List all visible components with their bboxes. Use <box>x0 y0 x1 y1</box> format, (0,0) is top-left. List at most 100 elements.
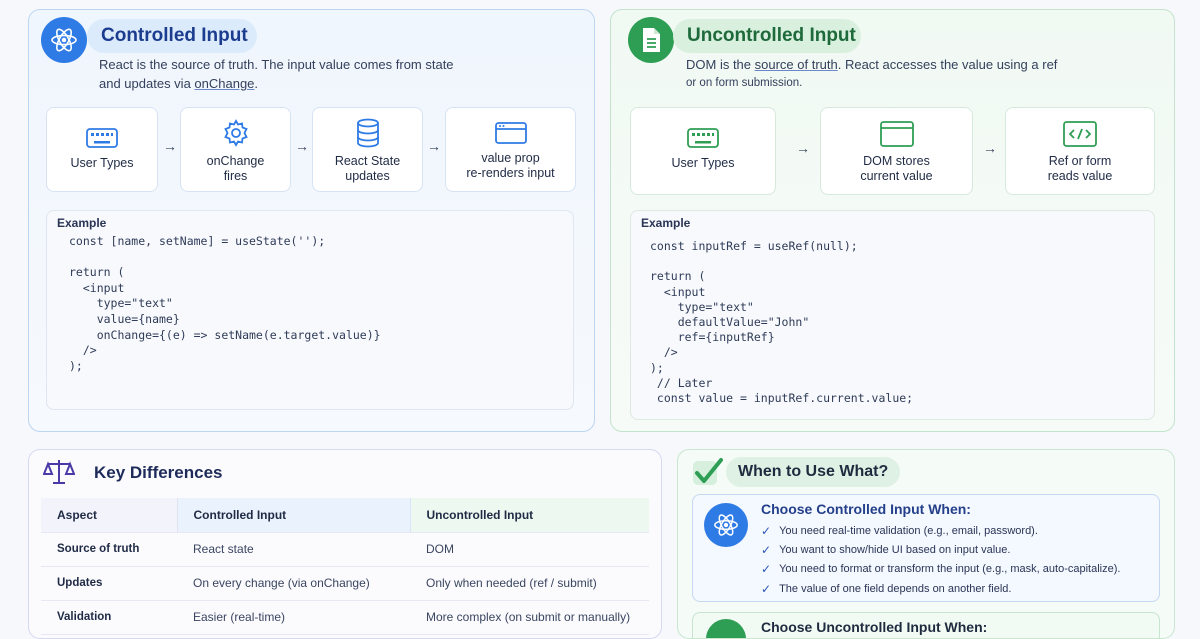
code-line: /> <box>650 345 678 360</box>
controlled-input-panel: Controlled Input React is the source of … <box>28 9 595 432</box>
browser-window-icon <box>879 121 914 147</box>
keyboard-icon <box>86 128 118 148</box>
database-icon <box>356 118 379 148</box>
code-icon <box>1063 121 1097 147</box>
arrow-right-icon: → <box>427 138 441 154</box>
flow-step-dom-stores: DOM stores current value <box>820 107 973 195</box>
flow-step-label: User Types <box>70 156 134 170</box>
row-aspect: Updates <box>41 566 177 601</box>
code-line: const inputRef = useRef(null); <box>650 239 858 253</box>
controlled-title: Controlled Input <box>87 19 257 53</box>
code-line: value={name} <box>69 311 180 326</box>
desc-prefix: and updates via <box>99 76 195 91</box>
flow-step-label: value prop <box>481 151 540 165</box>
header-uncontrolled: Uncontrolled Input <box>410 498 649 533</box>
desc-suffix: . React accesses the value using a ref <box>837 57 1058 72</box>
controlled-code-example: Example const [name, setName] = useState… <box>46 210 574 410</box>
uncontrolled-desc-line2: or on form submission. <box>686 77 803 89</box>
controlled-desc-line1: React is the source of truth. The input … <box>99 57 454 72</box>
controlled-description: React is the source of truth. The input … <box>99 55 454 93</box>
table-header-row: Aspect Controlled Input Uncontrolled Inp… <box>41 498 649 533</box>
code-block: const inputRef = useRef(null); return ( … <box>650 239 913 406</box>
arrow-right-icon: → <box>163 138 177 154</box>
checkmark-icon <box>690 456 724 495</box>
desc-prefix: DOM is the <box>686 57 755 72</box>
keyboard-icon <box>687 128 719 148</box>
code-line: const value = inputRef.current.value; <box>650 391 914 406</box>
example-label: Example <box>57 216 107 230</box>
code-line: <input <box>69 280 125 295</box>
checklist-item: ✓ You need to format or transform the inp… <box>761 562 1120 576</box>
onchange-link: onChange <box>194 76 255 91</box>
uncontrolled-desc-line1: DOM is the source of truth. React access… <box>686 55 1057 74</box>
row-controlled: Easier (real-time) <box>177 600 410 635</box>
row-uncontrolled: Only when needed (ref / submit) <box>410 566 649 601</box>
uncontrolled-title: Uncontrolled Input <box>673 19 861 53</box>
react-icon <box>41 17 87 63</box>
example-label: Example <box>641 216 691 230</box>
code-line: type="text" <box>650 299 754 314</box>
table-row: Validation Easier (real-time) More compl… <box>41 600 649 635</box>
flow-step-value-prop: value prop re-renders input <box>445 107 576 192</box>
flow-step-label-2: reads value <box>1047 169 1113 183</box>
controlled-title-text: Controlled Input <box>101 25 248 46</box>
document-icon <box>628 17 674 63</box>
uncontrolled-title-text: Uncontrolled Input <box>687 25 856 46</box>
checklist-item: ✓ You need real-time validation (e.g., em… <box>761 524 1038 538</box>
code-line: ); <box>650 360 664 375</box>
table-row: Updates On every change (via onChange) O… <box>41 566 649 601</box>
checklist-item: ✓ The value of one field depends on anoth… <box>761 582 1011 596</box>
row-aspect: Validation <box>41 600 177 635</box>
code-line: return ( <box>650 269 706 284</box>
flow-step-label: onChange <box>206 154 265 168</box>
code-line: onChange={(e) => setName(e.target.value)… <box>69 327 381 342</box>
flow-step-label-2: re-renders input <box>466 166 555 180</box>
flow-step-ref-reads: Ref or form reads value <box>1005 107 1155 195</box>
code-block: const [name, setName] = useState(''); re… <box>69 234 381 374</box>
code-line: defaultValue="John" <box>650 315 810 330</box>
uncontrolled-code-example: Example const inputRef = useRef(null); r… <box>630 210 1155 420</box>
code-line: ); <box>69 358 83 373</box>
row-aspect: Source of truth <box>41 532 177 567</box>
code-line: <input <box>650 284 706 299</box>
checklist-text: The value of one field depends on anothe… <box>779 583 1012 595</box>
check-icon: ✓ <box>761 524 772 538</box>
choose-controlled-title: Choose Controlled Input When: <box>761 501 971 517</box>
code-line: /> <box>69 343 97 358</box>
flow-step-label-2: updates <box>345 169 390 183</box>
code-line: // Later <box>650 375 713 390</box>
choose-uncontrolled-box: Choose Uncontrolled Input When: <box>692 612 1160 638</box>
when-to-use-title: When to Use What? <box>726 457 901 487</box>
flow-step-label-2: fires <box>223 169 248 183</box>
code-line: ref={inputRef} <box>650 330 775 345</box>
header-aspect: Aspect <box>41 498 178 533</box>
browser-window-icon <box>494 122 527 144</box>
scales-icon <box>42 457 76 492</box>
row-uncontrolled: DOM <box>410 532 649 567</box>
key-differences-panel: Key Differences Aspect Controlled Input … <box>28 449 662 639</box>
checklist-text: You want to show/hide UI based on input … <box>779 544 1011 556</box>
gear-icon <box>223 119 248 147</box>
checklist-text: You need to format or transform the inpu… <box>779 563 1121 575</box>
source-of-truth-highlight: source of truth <box>754 57 838 72</box>
desc-suffix: . <box>254 76 259 91</box>
choose-controlled-box: Choose Controlled Input When: ✓ You need … <box>692 494 1160 602</box>
differences-table: Aspect Controlled Input Uncontrolled Inp… <box>41 498 649 635</box>
flow-step-label: DOM stores <box>863 154 930 168</box>
uncontrolled-description: DOM is the source of truth. React access… <box>686 55 1057 93</box>
react-icon <box>704 503 748 547</box>
when-to-use-panel: When to Use What? Choose Controlled Inpu… <box>677 449 1175 639</box>
code-line: type="text" <box>69 296 173 311</box>
flow-step-label-2: current value <box>860 169 933 183</box>
flow-step-label: User Types <box>671 156 735 170</box>
check-icon: ✓ <box>761 543 772 557</box>
uncontrolled-input-panel: Uncontrolled Input DOM is the source of … <box>610 9 1175 432</box>
arrow-right-icon: → <box>983 140 997 156</box>
controlled-desc-line2: and updates via onChange. <box>99 74 454 93</box>
table-row: Source of truth React state DOM <box>41 532 649 567</box>
flow-step-onchange: onChange fires <box>180 107 291 192</box>
flow-step-user-types: User Types <box>630 107 776 195</box>
choose-uncontrolled-title: Choose Uncontrolled Input When: <box>761 619 988 635</box>
flow-step-react-state: React State updates <box>312 107 423 192</box>
key-differences-title: Key Differences <box>94 463 223 482</box>
